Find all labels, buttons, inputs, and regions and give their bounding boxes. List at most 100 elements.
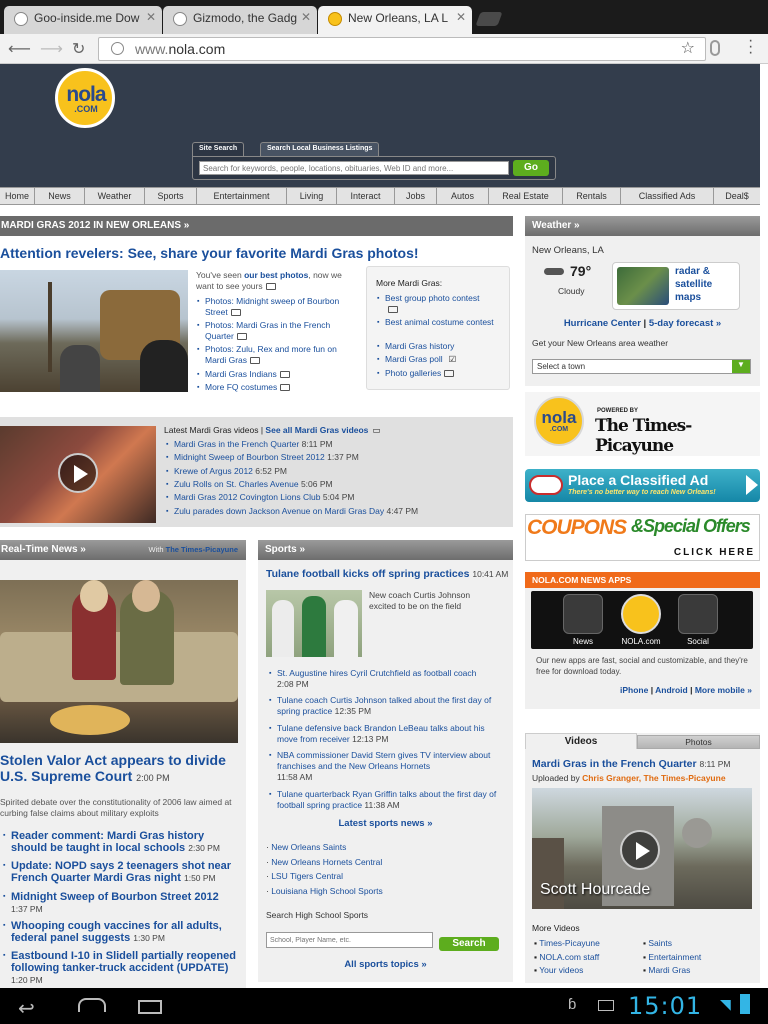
more-video-link[interactable]: ▪ Your videos [534,964,600,978]
recent-apps-icon[interactable] [138,1000,162,1014]
sports-list-item[interactable]: St. Augustine hires Cyril Crutchfield as… [269,668,505,690]
news-link[interactable]: Midnight Sweep of Bourbon Street 2012 [11,891,219,903]
video-widget-thumbnail[interactable]: Scott Hourcade [532,788,752,909]
sports-list-item[interactable]: Tulane quarterback Ryan Griffin talks ab… [269,789,505,811]
sports-link[interactable]: Tulane coach Curtis Johnson talked about… [277,695,491,716]
nav-news[interactable]: News [35,188,85,204]
nav-living[interactable]: Living [287,188,337,204]
nav-deals[interactable]: Deal$ [714,188,760,204]
video-link[interactable]: Mardi Gras in the French Quarter [174,439,299,449]
nola-logo[interactable]: nola .COM [55,68,115,128]
nav-entertainment[interactable]: Entertainment [197,188,287,204]
video-list-item[interactable]: Midnight Sweep of Bourbon Street 2012 1:… [166,452,504,463]
video-widget-headline[interactable]: Mardi Gras in the French Quarter 8:11 PM [532,758,757,770]
more-link[interactable]: Mardi Gras poll [385,354,443,364]
realtime-headline[interactable]: Stolen Valor Act appears to divide U.S. … [0,752,243,786]
video-list-item[interactable]: Mardi Gras in the French Quarter 8:11 PM [166,439,504,450]
uploader-name[interactable]: Chris Granger, The Times-Picayune [582,773,725,783]
more-link[interactable]: Photo galleries [385,368,441,378]
sports-headline[interactable]: Tulane football kicks off spring practic… [266,568,511,580]
close-icon[interactable]: ✕ [146,10,156,24]
all-sports-topics-link[interactable]: All sports topics » [258,959,513,970]
back-arrow-icon[interactable]: ⟵ [8,39,31,59]
list-item[interactable]: Mardi Gras history [377,341,505,352]
news-list-item[interactable]: Reader comment: Mardi Gras history shoul… [3,830,241,854]
mardi-gras-video-thumbnail[interactable] [0,426,156,523]
hurricane-center-link[interactable]: Hurricane Center [564,318,641,329]
microphone-icon[interactable] [710,40,720,56]
android-link[interactable]: Android [655,685,688,695]
realtime-news-photo[interactable] [0,580,238,743]
team-link[interactable]: · New Orleans Saints [266,840,383,855]
team-link-text[interactable]: LSU Tigers Central [271,871,343,881]
news-link[interactable]: Whooping cough vaccines for all adults, … [11,920,222,944]
times-picayune-ad[interactable]: nola .COM POWERED BY The Times-Picayune [525,392,760,456]
team-link-text[interactable]: New Orleans Hornets Central [271,857,382,867]
browser-tab-active[interactable]: New Orleans, LA L ✕ [318,6,472,34]
more-video-link-text[interactable]: NOLA.com staff [539,952,599,962]
hs-search-button[interactable]: Search [439,937,499,951]
list-item[interactable]: Mardi Gras Indians [197,369,355,380]
sports-list-item[interactable]: NBA commissioner David Stern gives TV in… [269,750,505,783]
more-video-link-text[interactable]: Your videos [539,965,583,975]
more-video-link[interactable]: ▪ Saints [643,937,701,951]
nav-jobs[interactable]: Jobs [395,188,437,204]
home-icon[interactable] [78,998,106,1012]
hs-search-input[interactable] [266,932,433,948]
sports-photo[interactable] [266,590,362,657]
more-video-link-text[interactable]: Times-Picayune [539,938,600,948]
news-link[interactable]: Reader comment: Mardi Gras history shoul… [11,830,204,854]
go-button[interactable]: Go [513,160,549,176]
more-video-link[interactable]: ▪ Times-Picayune [534,937,600,951]
more-video-link[interactable]: ▪ Entertainment [643,951,701,965]
video-list-item[interactable]: Krewe of Argus 2012 6:52 PM [166,466,504,477]
weather-header[interactable]: Weather » [525,216,760,236]
forecast-link[interactable]: 5-day forecast » [649,318,721,329]
iphone-link[interactable]: iPhone [620,685,648,695]
more-link[interactable]: Best animal costume contest [385,317,494,327]
sports-list-item[interactable]: Tulane defensive back Brandon LeBeau tal… [269,723,505,745]
reload-icon[interactable]: ↻ [72,39,85,59]
more-video-link[interactable]: ▪ Mardi Gras [643,964,701,978]
sports-headline-text[interactable]: Tulane football kicks off spring practic… [266,568,469,580]
nav-weather[interactable]: Weather [85,188,145,204]
photo-link[interactable]: Mardi Gras Indians [205,369,277,379]
list-item[interactable]: Mardi Gras poll ☑ [377,354,505,365]
sports-list-item[interactable]: Tulane coach Curtis Johnson talked about… [269,695,505,717]
more-video-link-text[interactable]: Entertainment [648,952,701,962]
video-link[interactable]: Zulu Rolls on St. Charles Avenue [174,479,299,489]
team-link-text[interactable]: Louisiana High School Sports [271,886,383,896]
tab-site-search[interactable]: Site Search [192,142,245,156]
news-list-item[interactable]: Eastbound I-10 in Slidell partially reop… [3,950,241,986]
nav-rentals[interactable]: Rentals [563,188,621,204]
more-mobile-link[interactable]: More mobile » [695,685,752,695]
back-icon[interactable]: ↩ [18,996,35,1021]
list-item[interactable]: Photos: Mardi Gras in the French Quarter [197,320,355,342]
address-bar[interactable]: www.nola.com ☆ [98,37,706,61]
site-search-input[interactable] [199,161,509,175]
see-all-videos-link[interactable]: See all Mardi Gras videos [265,425,368,435]
nav-home[interactable]: Home [0,188,35,204]
clock-time[interactable]: 15:01 [628,992,702,1020]
browser-tab[interactable]: Goo-inside.me Dow ✕ [4,6,162,34]
mardi-gras-section-header[interactable]: MARDI GRAS 2012 IN NEW ORLEANS » [0,216,513,236]
apps-promo-image[interactable]: News NOLA.com Social [531,591,753,649]
new-tab-button[interactable] [475,12,503,26]
sports-link[interactable]: NBA commissioner David Stern gives TV in… [277,750,490,771]
coupons-ad-banner[interactable]: COUPONS &Special Offers CLICK HERE [525,514,760,561]
video-link[interactable]: Mardi Gras 2012 Covington Lions Club [174,492,320,502]
video-link[interactable]: Krewe of Argus 2012 [174,466,253,476]
photo-link[interactable]: Photos: Mardi Gras in the French Quarter [205,320,330,341]
photo-link[interactable]: Photos: Zulu, Rex and more fun on Mardi … [205,344,337,365]
play-icon[interactable] [58,453,98,493]
forward-arrow-icon[interactable]: ⟶ [40,39,63,59]
radar-label[interactable]: radar & satellite maps [675,265,735,304]
video-headline-text[interactable]: Mardi Gras in the French Quarter [532,758,697,770]
video-list-item[interactable]: Zulu Rolls on St. Charles Avenue 5:06 PM [166,479,504,490]
video-list-item[interactable]: Zulu parades down Jackson Avenue on Mard… [166,506,504,517]
more-link[interactable]: Mardi Gras history [385,341,454,351]
video-list-item[interactable]: Mardi Gras 2012 Covington Lions Club 5:0… [166,492,504,503]
team-link[interactable]: · LSU Tigers Central [266,869,383,884]
mardi-gras-headline[interactable]: Attention revelers: See, share your favo… [0,245,510,261]
chevron-down-icon[interactable]: ▼ [732,360,750,373]
